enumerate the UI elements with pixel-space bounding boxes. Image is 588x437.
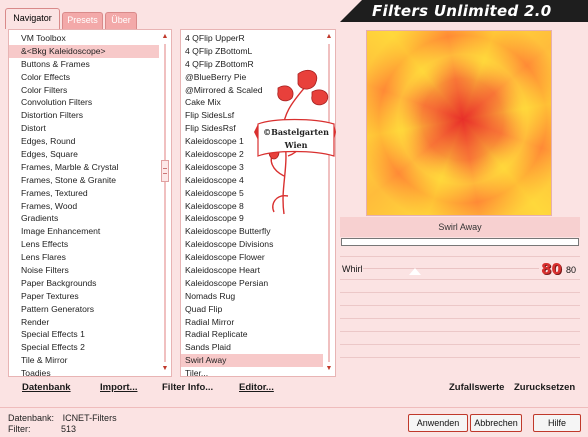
- filter-list-item[interactable]: Nomads Rug: [181, 290, 323, 303]
- param-row: [340, 292, 580, 305]
- tab-presets[interactable]: Presets: [62, 12, 103, 29]
- filter-list-item[interactable]: Kaleidoscope Persian: [181, 277, 323, 290]
- category-list-item[interactable]: Convolution Filters: [9, 96, 159, 109]
- param-whirl-value-display: 80: [541, 260, 562, 278]
- tab-uber[interactable]: Über: [105, 12, 137, 29]
- status-filter: Filter: 513: [8, 424, 76, 434]
- filter-list-item[interactable]: Tiler...: [181, 367, 323, 380]
- editor-button[interactable]: Editor...: [239, 382, 274, 393]
- category-list-item[interactable]: Frames, Marble & Crystal: [9, 161, 159, 174]
- cancel-button[interactable]: Abbrechen: [470, 414, 522, 432]
- category-list-item[interactable]: Special Effects 2: [9, 341, 159, 354]
- category-list-item[interactable]: Special Effects 1: [9, 328, 159, 341]
- logo-line1: ©Bastelgarten: [263, 127, 329, 137]
- bastelgarten-logo: ©Bastelgarten Wien: [254, 66, 336, 216]
- datenbank-button[interactable]: Datenbank: [22, 382, 71, 393]
- selected-filter-name: Swirl Away: [340, 217, 580, 237]
- preview-image: [366, 30, 552, 216]
- status-filter-value: 513: [61, 424, 77, 434]
- status-database-value: ICNET-Filters: [62, 413, 117, 423]
- param-row: [340, 357, 580, 370]
- logo-line2: Wien: [284, 140, 308, 150]
- scroll-thumb[interactable]: [161, 160, 169, 182]
- category-list-item[interactable]: Color Filters: [9, 84, 159, 97]
- scroll-track[interactable]: [164, 44, 166, 362]
- filter-progress-bar: [341, 238, 579, 246]
- scroll-down-icon[interactable]: ▼: [325, 365, 333, 373]
- category-list[interactable]: VM Toolbox &<Bkg Kaleidoscope> Buttons & F…: [8, 29, 172, 380]
- preview-swirl: [367, 31, 551, 215]
- param-row: [340, 344, 580, 357]
- category-list-item[interactable]: Tile & Mirror: [9, 354, 159, 367]
- import-button[interactable]: Import...: [100, 382, 137, 393]
- filter-list-item[interactable]: 4 QFlip ZBottomL: [181, 45, 323, 58]
- import-label: Import...: [100, 382, 138, 393]
- category-list-item[interactable]: Frames, Textured: [9, 187, 159, 200]
- scroll-down-icon[interactable]: ▼: [161, 365, 169, 373]
- filter-info-label: Filter Info...: [162, 382, 214, 393]
- category-list-item[interactable]: Render: [9, 316, 159, 329]
- random-values-button[interactable]: Zufallswerte: [449, 382, 504, 393]
- category-scrollbar[interactable]: ▲ ▼: [159, 30, 171, 376]
- filter-list-item[interactable]: Radial Mirror: [181, 316, 323, 329]
- status-database: Datenbank: ICNET-Filters: [8, 413, 117, 423]
- category-list-item[interactable]: Lens Effects: [9, 238, 159, 251]
- filter-list-item[interactable]: Kaleidoscope Flower: [181, 251, 323, 264]
- datenbank-label: Datenbank: [22, 382, 71, 393]
- category-list-item[interactable]: Paper Textures: [9, 290, 159, 303]
- category-list-item[interactable]: Edges, Round: [9, 135, 159, 148]
- category-list-item[interactable]: Pattern Generators: [9, 303, 159, 316]
- category-list-item[interactable]: Distortion Filters: [9, 109, 159, 122]
- category-list-item[interactable]: Lens Flares: [9, 251, 159, 264]
- help-button[interactable]: Hilfe: [533, 414, 581, 432]
- category-list-item[interactable]: Color Effects: [9, 71, 159, 84]
- category-list-item[interactable]: Buttons & Frames: [9, 58, 159, 71]
- filter-list-item[interactable]: Kaleidoscope Divisions: [181, 238, 323, 251]
- category-list-item[interactable]: &<Bkg Kaleidoscope>: [9, 44, 159, 58]
- param-row: [340, 331, 580, 344]
- category-items: VM Toolbox &<Bkg Kaleidoscope> Buttons & F…: [9, 32, 159, 380]
- filter-list-item[interactable]: Kaleidoscope Butterfly: [181, 225, 323, 238]
- param-whirl-slider[interactable]: [363, 268, 539, 269]
- filter-list-item[interactable]: Sands Plaid: [181, 341, 323, 354]
- filter-info-button[interactable]: Filter Info...: [162, 382, 213, 393]
- bottom-divider: [0, 407, 588, 408]
- param-row: [340, 279, 580, 292]
- category-list-item[interactable]: Frames, Stone & Granite: [9, 174, 159, 187]
- category-list-item[interactable]: Distort: [9, 122, 159, 135]
- filter-list-item[interactable]: Kaleidoscope Heart: [181, 264, 323, 277]
- param-whirl-label: Whirl: [342, 264, 363, 274]
- param-whirl-marker[interactable]: [409, 268, 421, 275]
- param-whirl-value[interactable]: 80: [566, 265, 576, 275]
- category-list-item[interactable]: Edges, Square: [9, 148, 159, 161]
- category-list-item[interactable]: Frames, Wood: [9, 200, 159, 213]
- scroll-up-icon[interactable]: ▲: [161, 33, 169, 41]
- filter-list-item[interactable]: Quad Flip: [181, 303, 323, 316]
- editor-label: Editor...: [239, 382, 274, 393]
- window-title: Filters Unlimited 2.0: [372, 2, 552, 20]
- category-list-item[interactable]: Gradients: [9, 212, 159, 225]
- status-database-label: Datenbank:: [8, 413, 55, 423]
- random-values-label: Zufallswerte: [449, 382, 505, 393]
- filter-list-item[interactable]: Swirl Away: [181, 354, 323, 368]
- filter-list-item[interactable]: 4 QFlip UpperR: [181, 32, 323, 45]
- filter-list-item[interactable]: Radial Replicate: [181, 328, 323, 341]
- status-filter-label: Filter:: [8, 424, 31, 434]
- tab-navigator[interactable]: Navigator: [5, 8, 60, 29]
- param-row: [340, 318, 580, 331]
- reset-label: Zurucksetzen: [514, 382, 576, 393]
- apply-button[interactable]: Anwenden: [408, 414, 468, 432]
- category-list-item[interactable]: Image Enhancement: [9, 225, 159, 238]
- category-list-item[interactable]: Toadies: [9, 367, 159, 380]
- category-list-item[interactable]: Noise Filters: [9, 264, 159, 277]
- scroll-up-icon[interactable]: ▲: [325, 33, 333, 41]
- category-list-item[interactable]: Paper Backgrounds: [9, 277, 159, 290]
- reset-button[interactable]: Zurucksetzen: [514, 382, 575, 393]
- param-row: [340, 305, 580, 318]
- category-list-item[interactable]: VM Toolbox: [9, 32, 159, 45]
